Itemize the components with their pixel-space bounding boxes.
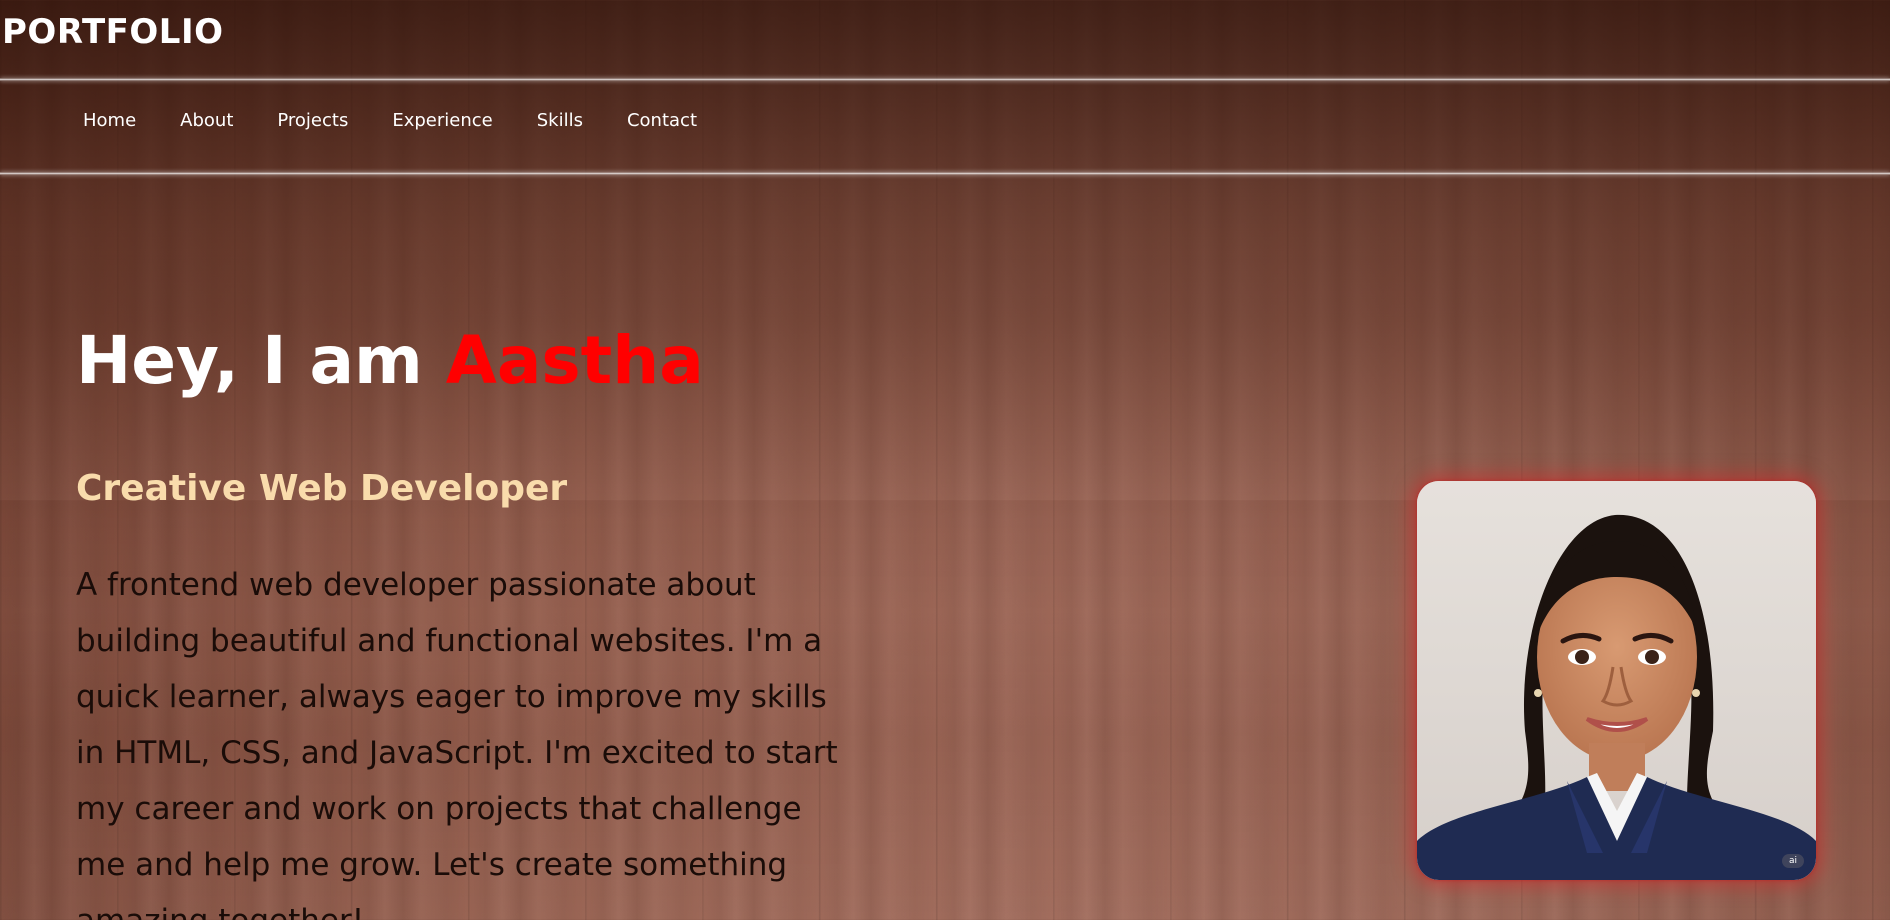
nav-link-about[interactable]: About — [180, 110, 233, 131]
site-header: PORTFOLIO Home About Projects Experience… — [0, 0, 1890, 176]
profile-photo: ai — [1417, 481, 1816, 880]
hero-description: A frontend web developer passionate abou… — [76, 567, 838, 920]
header-divider-top — [0, 78, 1890, 81]
header-divider-bottom — [0, 172, 1890, 175]
profile-portrait-illustration — [1417, 481, 1816, 880]
nav-link-projects[interactable]: Projects — [277, 110, 348, 131]
nav-link-skills[interactable]: Skills — [537, 110, 583, 131]
hero-greeting: Hey, I am — [76, 322, 446, 399]
hero-title: Hey, I am Aastha — [76, 322, 704, 399]
main-nav: Home About Projects Experience Skills Co… — [83, 110, 741, 131]
hero-name: Aastha — [445, 322, 704, 399]
nav-link-home[interactable]: Home — [83, 110, 136, 131]
nav-link-contact[interactable]: Contact — [627, 110, 697, 131]
nav-link-experience[interactable]: Experience — [392, 110, 492, 131]
hero-subtitle: Creative Web Developer — [76, 468, 568, 509]
ai-badge: ai — [1782, 854, 1804, 868]
site-logo[interactable]: PORTFOLIO — [2, 12, 224, 52]
